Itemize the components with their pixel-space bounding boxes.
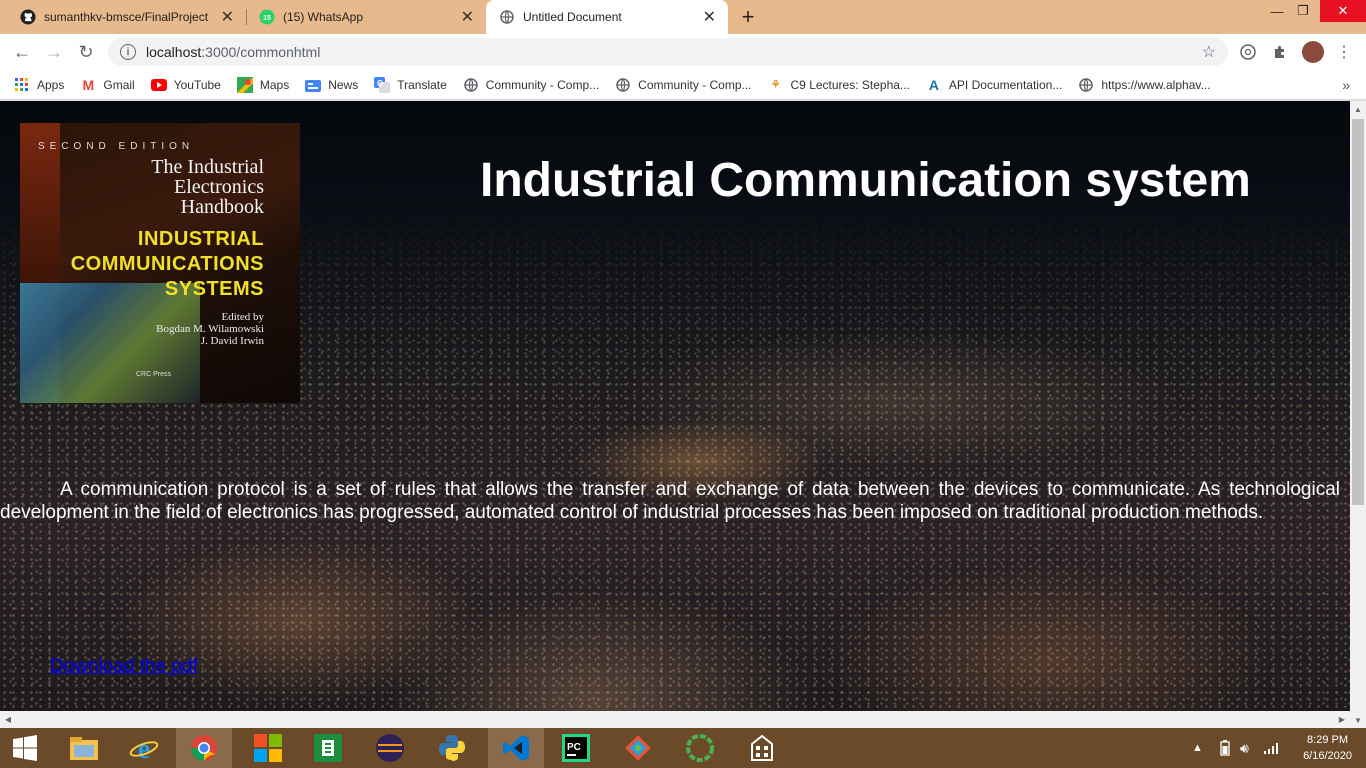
youtube-icon [150, 77, 167, 93]
download-pdf-link[interactable]: Download the pdf [50, 656, 198, 678]
excel-icon[interactable] [300, 728, 356, 768]
c9-icon: ⚘ [770, 79, 781, 91]
windows-start-icon[interactable] [0, 728, 50, 768]
back-arrow-icon[interactable]: ← [10, 40, 34, 64]
circle-app-icon[interactable] [672, 728, 728, 768]
close-tab-icon[interactable]: ✕ [221, 7, 234, 27]
translate-icon: G [374, 76, 391, 93]
python-icon[interactable] [424, 728, 480, 768]
tab-github[interactable]: sumanthkv-bmsce/FinalProject ✕ [0, 0, 246, 34]
vscode-icon[interactable] [488, 728, 544, 768]
book-editors: Edited by Bogdan M. Wilamowski J. David … [156, 311, 264, 347]
network-icon[interactable] [1264, 728, 1280, 768]
book-subtitle: INDUSTRIAL COMMUNICATIONS SYSTEMS [70, 228, 264, 300]
svg-text:G: G [377, 79, 383, 88]
close-tab-icon[interactable]: ✕ [461, 7, 474, 27]
reload-icon[interactable]: ↻ [74, 40, 98, 64]
intro-paragraph: A communication protocol is a set of rul… [0, 479, 1340, 523]
battery-icon[interactable] [1220, 728, 1230, 768]
bookmark-maps[interactable]: Maps [236, 76, 289, 93]
profile-avatar[interactable] [1302, 41, 1324, 63]
gmail-icon: M [82, 76, 95, 93]
extension-icon[interactable] [1238, 42, 1258, 62]
page-viewport: SECOND EDITION The Industrial Electronic… [0, 101, 1350, 711]
bookmark-star-icon[interactable]: ☆ [1202, 42, 1216, 62]
bookmark-api-documentation[interactable]: A API Documentation... [926, 77, 1062, 93]
bookmarks-bar: Apps M Gmail YouTube Maps News G Transla… [0, 70, 1366, 100]
bookmark-news[interactable]: News [305, 77, 358, 93]
scroll-down-icon[interactable]: ▼ [1350, 712, 1366, 728]
bookmark-gmail[interactable]: M Gmail [80, 76, 135, 93]
windows-taskbar: e PC ▲ 🔊︎ 8:29 PM 6/16/2020 [0, 728, 1366, 768]
git-icon[interactable] [610, 728, 666, 768]
bookmark-apps[interactable]: Apps [14, 77, 64, 93]
tab-strip: sumanthkv-bmsce/FinalProject ✕ 15 (15) W… [0, 0, 1366, 34]
api-icon: A [928, 76, 939, 93]
globe-icon [499, 9, 515, 25]
news-icon [305, 77, 322, 93]
forward-arrow-icon[interactable]: → [42, 40, 66, 64]
chrome-icon[interactable] [176, 728, 232, 768]
svg-text:15: 15 [263, 15, 271, 22]
clock-time: 8:29 PM [1307, 734, 1349, 746]
office-icon[interactable] [240, 728, 296, 768]
file-explorer-icon[interactable] [56, 728, 112, 768]
horizontal-scrollbar[interactable]: ◀ ▶ [0, 711, 1350, 728]
page-title: Industrial Communication system [480, 154, 1251, 207]
browser-toolbar: ← → ↻ i localhost:3000/commonhtml ☆ ⋮ [0, 34, 1366, 70]
book-publisher: CRC Press [136, 371, 172, 378]
github-icon [20, 9, 36, 25]
minimize-icon[interactable]: — [1264, 0, 1290, 22]
eclipse-icon[interactable] [362, 728, 418, 768]
whatsapp-icon: 15 [259, 9, 275, 25]
tab-title: sumanthkv-bmsce/FinalProject [44, 10, 209, 24]
internet-explorer-icon[interactable]: e [116, 728, 172, 768]
new-tab-button[interactable]: + [738, 4, 758, 29]
window-close-icon[interactable]: ✕ [1320, 0, 1366, 22]
svg-text:PC: PC [567, 742, 581, 753]
system-clock[interactable]: 8:29 PM 6/16/2020 [1303, 732, 1352, 764]
volume-icon[interactable]: 🔊︎ [1240, 728, 1249, 768]
tab-untitled-document[interactable]: Untitled Document ✕ [486, 0, 728, 34]
bookmarks-overflow-icon[interactable]: » [1342, 77, 1350, 93]
site-info-icon[interactable]: i [120, 44, 136, 60]
url-text: localhost:3000/commonhtml [146, 44, 321, 60]
building-app-icon[interactable] [734, 728, 790, 768]
bookmark-youtube[interactable]: YouTube [150, 77, 221, 93]
tab-title: (15) WhatsApp [283, 10, 364, 24]
book-cover-image: SECOND EDITION The Industrial Electronic… [20, 123, 300, 403]
close-tab-icon[interactable]: ✕ [703, 7, 716, 27]
menu-dots-icon[interactable]: ⋮ [1334, 42, 1354, 62]
scroll-up-icon[interactable]: ▲ [1350, 101, 1366, 117]
book-title: The Industrial Electronics Handbook [151, 156, 264, 218]
tab-whatsapp[interactable]: 15 (15) WhatsApp ✕ [246, 0, 486, 34]
maps-icon [236, 76, 253, 93]
scroll-right-icon[interactable]: ▶ [1334, 711, 1350, 728]
globe-icon [1078, 77, 1094, 93]
maximize-icon[interactable]: ❐ [1290, 0, 1316, 22]
globe-icon [463, 77, 479, 93]
apps-grid-icon [14, 77, 30, 93]
globe-icon [615, 77, 631, 93]
address-bar[interactable]: i localhost:3000/commonhtml ☆ [108, 38, 1228, 66]
svg-text:e: e [138, 734, 150, 763]
bookmark-alphavantage[interactable]: https://www.alphav... [1078, 77, 1210, 93]
scroll-left-icon[interactable]: ◀ [0, 711, 16, 728]
scrollbar-thumb[interactable] [1352, 119, 1364, 505]
tab-title: Untitled Document [523, 10, 622, 24]
vertical-scrollbar[interactable]: ▲ ▼ [1350, 101, 1366, 728]
bookmark-community-1[interactable]: Community - Comp... [463, 77, 599, 93]
clock-date: 6/16/2020 [1303, 750, 1352, 762]
tray-overflow-icon[interactable]: ▲ [1192, 728, 1203, 768]
bookmark-c9-lectures[interactable]: ⚘ C9 Lectures: Stepha... [768, 77, 910, 93]
bookmark-community-2[interactable]: Community - Comp... [615, 77, 752, 93]
bookmark-translate[interactable]: G Translate [374, 76, 447, 93]
extensions-puzzle-icon[interactable] [1270, 42, 1290, 62]
pycharm-icon[interactable]: PC [548, 728, 604, 768]
book-edition: SECOND EDITION [38, 141, 195, 152]
